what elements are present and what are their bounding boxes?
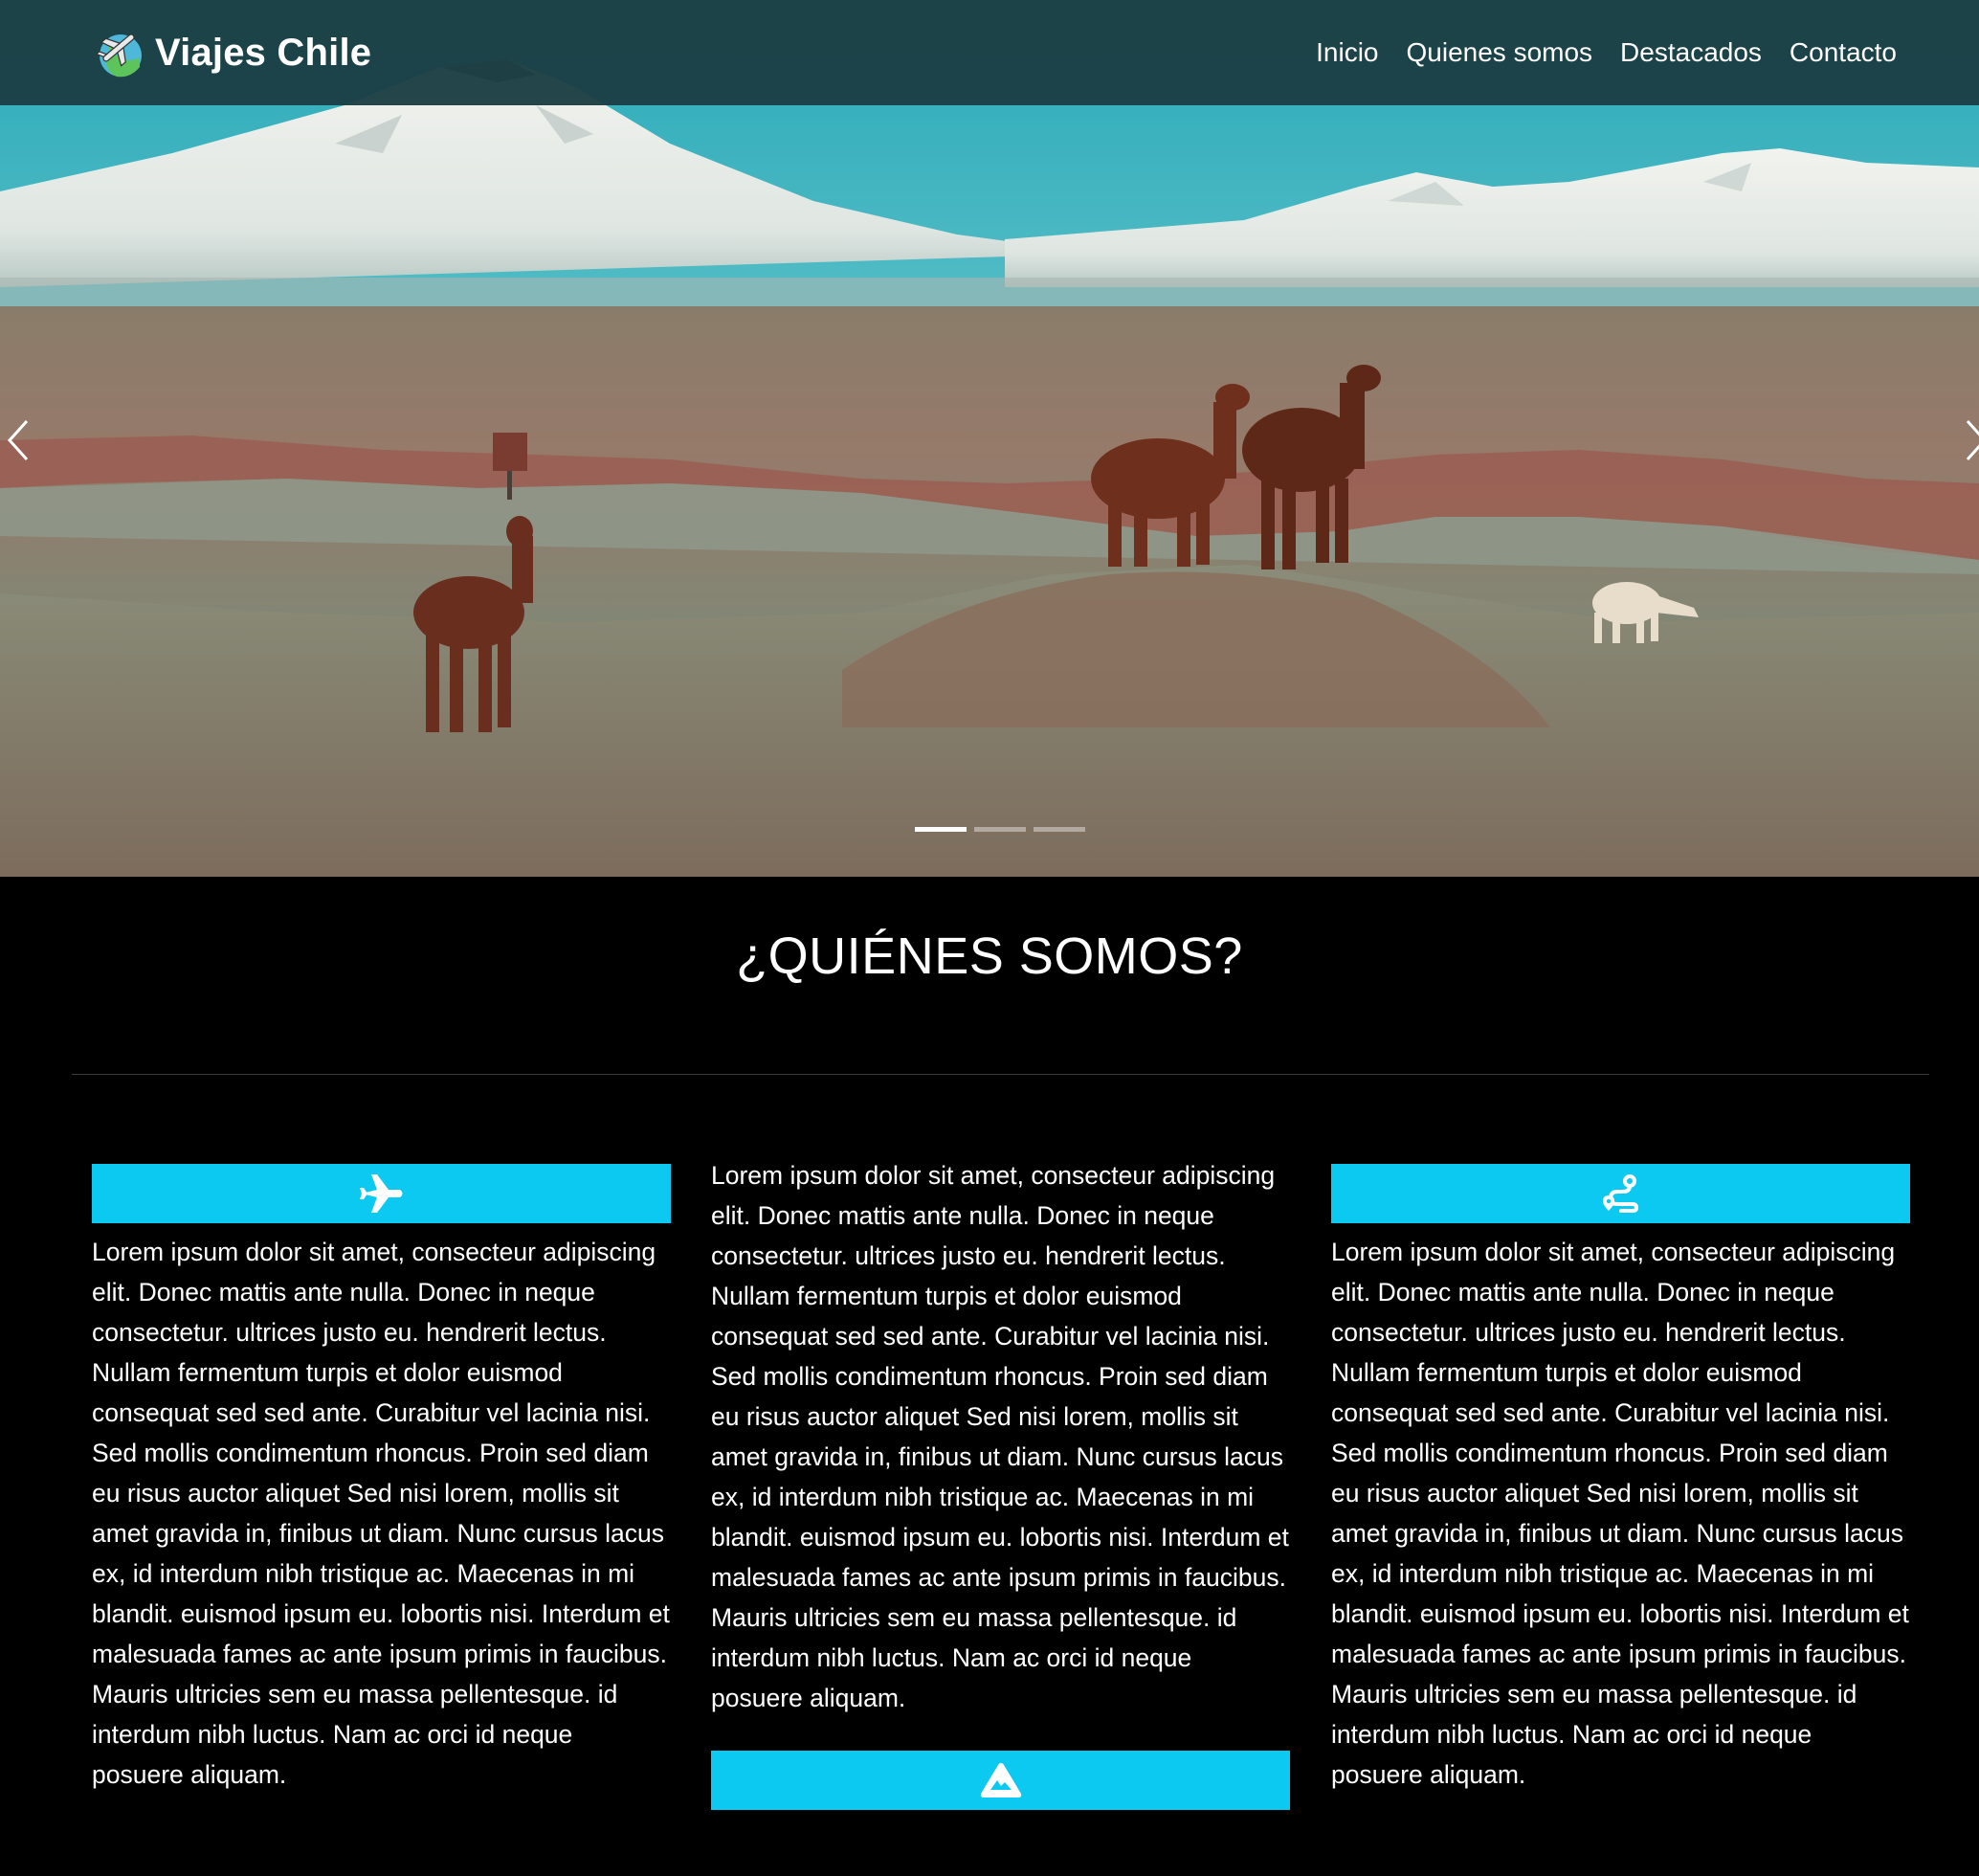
section-title-quienes-somos: ¿QUIÉNES SOMOS? (736, 927, 1243, 985)
chevron-left-icon (7, 419, 29, 461)
route-icon (1602, 1174, 1638, 1213)
feature-icon-bar (711, 1751, 1290, 1810)
airplane-icon (359, 1174, 402, 1213)
feature-icon-bar (92, 1164, 671, 1223)
brand-name: Viajes Chile (155, 31, 372, 74)
hero-carousel (0, 0, 1979, 877)
nav-link-inicio[interactable]: Inicio (1316, 37, 1378, 68)
about-column-text: Lorem ipsum dolor sit amet, consecteur a… (1331, 1238, 1909, 1789)
about-column-3: Lorem ipsum dolor sit amet, consecteur a… (1331, 1164, 1910, 1795)
hero-image-llamas-altiplano (0, 0, 1979, 877)
carousel-indicator-2[interactable] (974, 827, 1026, 832)
carousel-next-button[interactable] (1962, 412, 1979, 469)
nav-links: Inicio Quienes somos Destacados Contacto (1316, 37, 1897, 68)
carousel-indicator-3[interactable] (1034, 827, 1085, 832)
about-column-text: Lorem ipsum dolor sit amet, consecteur a… (92, 1238, 670, 1789)
brand-link[interactable]: Viajes Chile (92, 25, 371, 80)
carousel-indicators (915, 827, 1085, 832)
nav-link-contacto[interactable]: Contacto (1790, 37, 1897, 68)
chevron-right-icon (1966, 419, 1979, 461)
globe-airplane-icon (95, 34, 142, 78)
carousel-indicator-1[interactable] (915, 827, 967, 832)
mountain-icon (980, 1763, 1021, 1798)
nav-link-quienes-somos[interactable]: Quienes somos (1407, 37, 1593, 68)
carousel-prev-button[interactable] (4, 412, 42, 469)
navbar: Viajes Chile Inicio Quienes somos Destac… (0, 0, 1979, 105)
about-column-text: Lorem ipsum dolor sit amet, consecteur a… (711, 1161, 1289, 1712)
about-column-1: Lorem ipsum dolor sit amet, consecteur a… (92, 1164, 671, 1795)
nav-link-destacados[interactable]: Destacados (1620, 37, 1762, 68)
section-divider (72, 1074, 1929, 1075)
about-column-2: Lorem ipsum dolor sit amet, consecteur a… (711, 1155, 1290, 1810)
feature-icon-bar (1331, 1164, 1910, 1223)
